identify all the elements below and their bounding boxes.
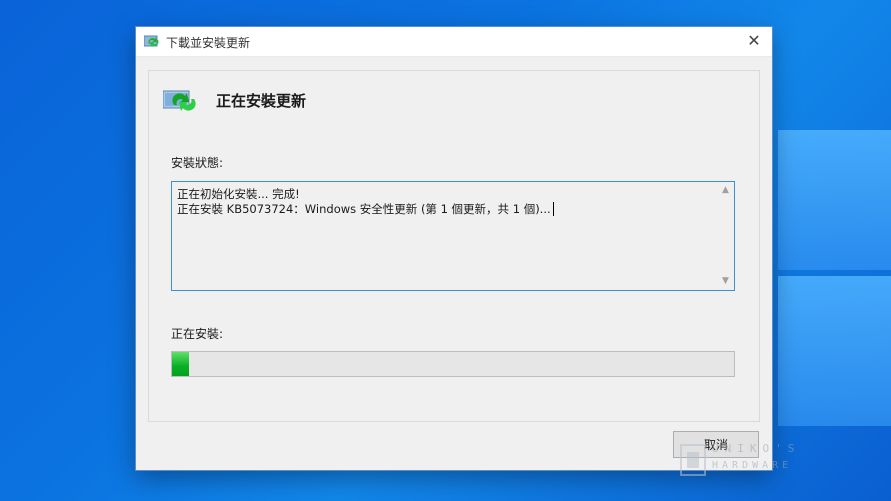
close-icon: ✕ [747,31,761,50]
scroll-down-icon[interactable]: ▼ [717,273,734,290]
page-title: 正在安裝更新 [216,92,307,110]
log-scrollbar[interactable]: ▲ ▼ [717,182,734,290]
update-dialog: 下載並安裝更新 ✕ 正在安裝更新 安裝狀態: 正在初始化安裝... 完成! 正在… [136,27,772,470]
watermark-line2: HARDWARE [712,460,793,471]
log-line-text: 正在安裝 KB5073724：Windows 安全性更新 (第 1 個更新，共 … [177,202,551,216]
install-status-label: 安裝狀態: [171,156,224,170]
title-bar: 下載並安裝更新 ✕ [136,27,772,57]
window-title: 下載並安裝更新 [166,36,251,50]
windows-update-icon [163,90,196,111]
scroll-up-icon[interactable]: ▲ [717,182,734,199]
windows-logo-icon [778,130,891,430]
installing-label: 正在安裝: [171,327,224,341]
windows-update-icon [144,35,159,47]
log-line-current: 正在安裝 KB5073724：Windows 安全性更新 (第 1 個更新，共 … [177,201,554,217]
install-log-textbox[interactable]: 正在初始化安裝... 完成! 正在安裝 KB5073724：Windows 安全… [171,181,735,291]
close-button[interactable]: ✕ [742,30,766,52]
watermark-mark-icon [680,444,706,476]
watermark-logo: UNIKO'S HARDWARE [676,440,841,480]
content-panel: 正在安裝更新 安裝狀態: 正在初始化安裝... 完成! 正在安裝 KB50737… [148,70,760,422]
install-progress-bar [171,351,735,377]
progress-fill [172,352,189,376]
log-line: 正在初始化安裝... 完成! [177,187,300,201]
watermark-line1: UNIKO'S [712,442,801,455]
text-caret [552,202,554,216]
